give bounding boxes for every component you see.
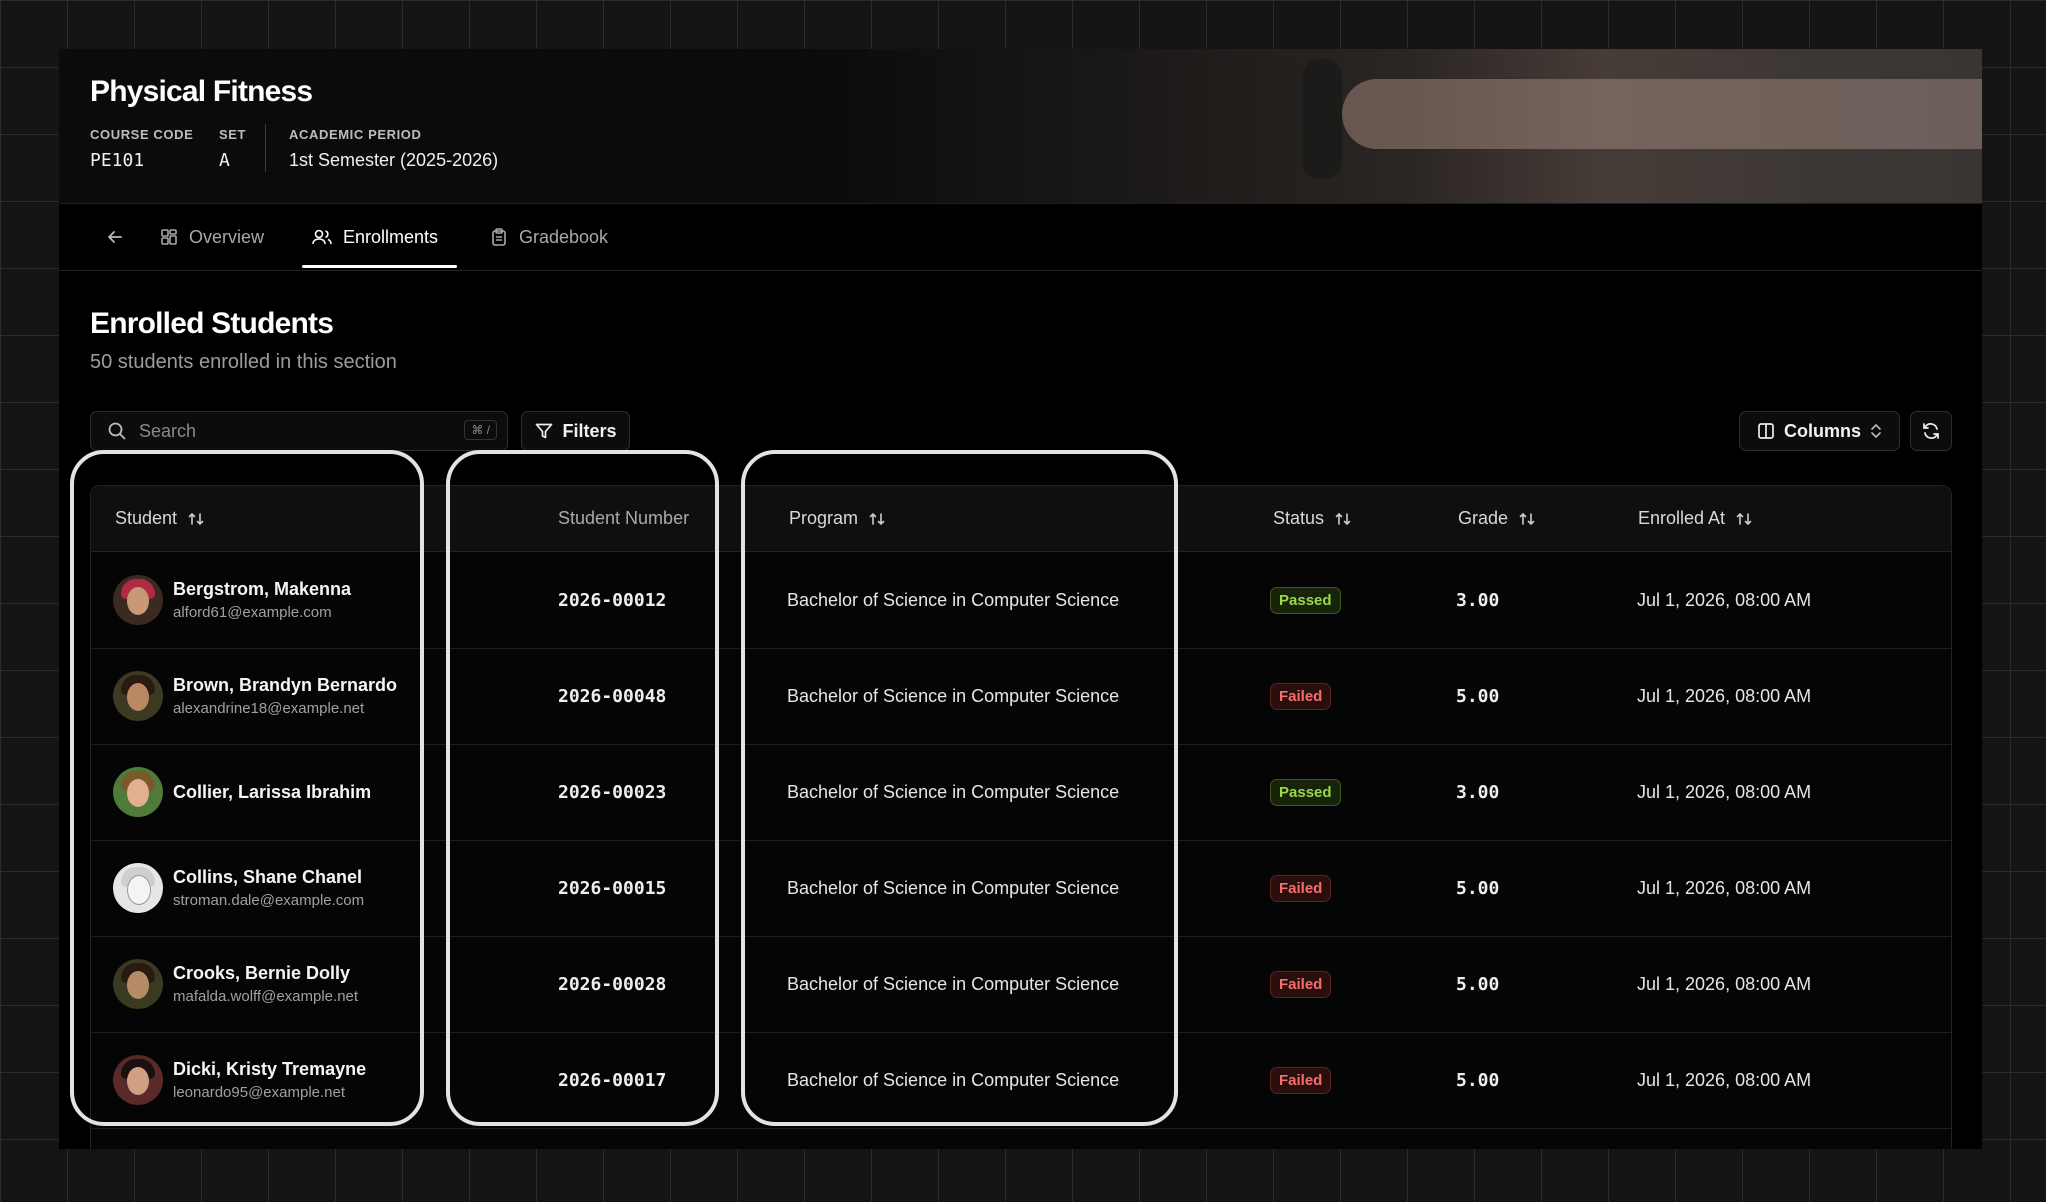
app-window: Physical Fitness COURSE CODE PE101 SET A… bbox=[59, 49, 1982, 1149]
banner-watch-shape bbox=[1302, 59, 1342, 179]
header-status[interactable]: Status bbox=[1273, 486, 1352, 551]
sort-icon bbox=[1518, 510, 1536, 528]
meta-course-code-label: COURSE CODE bbox=[90, 127, 194, 142]
tab-enrollments-label: Enrollments bbox=[343, 226, 439, 247]
refresh-icon bbox=[1921, 421, 1941, 441]
refresh-button[interactable] bbox=[1910, 411, 1952, 451]
status-badge: Passed bbox=[1270, 586, 1341, 614]
back-button[interactable] bbox=[105, 204, 125, 270]
chevron-up-down-icon bbox=[1869, 422, 1883, 440]
enrolled-at: Jul 1, 2026, 08:00 AM bbox=[1637, 781, 1812, 802]
section-title: Enrolled Students bbox=[90, 307, 334, 340]
grade: 3.00 bbox=[1456, 589, 1500, 611]
status-badge: Failed bbox=[1270, 1066, 1332, 1094]
meta-period-value: 1st Semester (2025-2026) bbox=[289, 150, 499, 170]
grade: 5.00 bbox=[1456, 685, 1500, 707]
sort-icon bbox=[1735, 510, 1753, 528]
banner-arm-shape bbox=[1342, 79, 1982, 149]
highlight-program-column bbox=[741, 450, 1178, 1126]
status-cell: Failed bbox=[1270, 936, 1332, 1032]
search-input[interactable] bbox=[137, 419, 441, 443]
columns-icon bbox=[1756, 421, 1776, 441]
sort-icon bbox=[1334, 510, 1352, 528]
meta-academic-period: ACADEMIC PERIOD 1st Semester (2025-2026) bbox=[289, 127, 498, 171]
header-status-label: Status bbox=[1273, 508, 1325, 528]
header-grade-label: Grade bbox=[1458, 508, 1509, 528]
header-enrolled-at[interactable]: Enrolled At bbox=[1638, 486, 1753, 551]
tab-gradebook[interactable]: Gradebook bbox=[489, 204, 608, 270]
arrow-left-icon bbox=[105, 227, 125, 247]
meta-divider bbox=[265, 124, 266, 172]
header-grade[interactable]: Grade bbox=[1458, 486, 1536, 551]
grade: 5.00 bbox=[1456, 973, 1500, 995]
course-header: Physical Fitness COURSE CODE PE101 SET A… bbox=[59, 49, 1982, 204]
status-badge: Failed bbox=[1270, 682, 1332, 710]
enrolled-at: Jul 1, 2026, 08:00 AM bbox=[1637, 973, 1812, 994]
search-icon bbox=[107, 421, 127, 441]
grade: 5.00 bbox=[1456, 877, 1500, 899]
status-cell: Failed bbox=[1270, 840, 1332, 936]
grid-icon bbox=[159, 227, 179, 247]
tab-bar: Overview Enrollments Gradebook bbox=[59, 204, 1982, 271]
enrolled-at: Jul 1, 2026, 08:00 AM bbox=[1637, 1069, 1812, 1090]
clipboard-icon bbox=[489, 227, 509, 247]
meta-set-value: A bbox=[219, 150, 230, 171]
status-badge: Passed bbox=[1270, 778, 1341, 806]
filters-label: Filters bbox=[562, 420, 617, 441]
status-cell: Failed bbox=[1270, 1032, 1332, 1128]
meta-period-label: ACADEMIC PERIOD bbox=[289, 127, 422, 142]
status-cell: Passed bbox=[1270, 744, 1341, 840]
columns-label: Columns bbox=[1783, 420, 1861, 441]
tab-enrollments[interactable]: Enrollments bbox=[311, 204, 438, 270]
search-shortcut: ⌘ / bbox=[464, 420, 497, 440]
columns-button[interactable]: Columns bbox=[1739, 411, 1900, 451]
status-cell: Passed bbox=[1270, 552, 1341, 648]
users-icon bbox=[311, 227, 333, 247]
enrolled-at: Jul 1, 2026, 08:00 AM bbox=[1637, 589, 1812, 610]
tab-overview[interactable]: Overview bbox=[159, 204, 264, 270]
meta-course-code-value: PE101 bbox=[90, 150, 145, 171]
banner-image bbox=[482, 49, 1982, 203]
tab-gradebook-label: Gradebook bbox=[519, 226, 609, 247]
grade: 5.00 bbox=[1456, 1069, 1500, 1091]
status-cell: Failed bbox=[1270, 648, 1332, 744]
enrolled-at: Jul 1, 2026, 08:00 AM bbox=[1637, 877, 1812, 898]
header-enrolled-at-label: Enrolled At bbox=[1638, 508, 1726, 528]
highlight-student-column bbox=[70, 450, 424, 1126]
enrolled-at: Jul 1, 2026, 08:00 AM bbox=[1637, 685, 1812, 706]
tab-overview-label: Overview bbox=[189, 226, 265, 247]
filter-icon bbox=[534, 421, 554, 441]
status-badge: Failed bbox=[1270, 874, 1332, 902]
meta-course-code: COURSE CODE PE101 bbox=[90, 127, 193, 171]
filters-button[interactable]: Filters bbox=[521, 411, 630, 451]
highlight-student-number-column bbox=[446, 450, 719, 1126]
grade: 3.00 bbox=[1456, 781, 1500, 803]
status-badge: Failed bbox=[1270, 970, 1332, 998]
meta-set: SET A bbox=[219, 127, 246, 171]
active-tab-indicator bbox=[302, 265, 457, 268]
meta-set-label: SET bbox=[219, 127, 247, 142]
course-title: Physical Fitness bbox=[90, 75, 313, 108]
search-box[interactable]: ⌘ / bbox=[90, 411, 508, 451]
section-subtitle: 50 students enrolled in this section bbox=[90, 351, 397, 373]
